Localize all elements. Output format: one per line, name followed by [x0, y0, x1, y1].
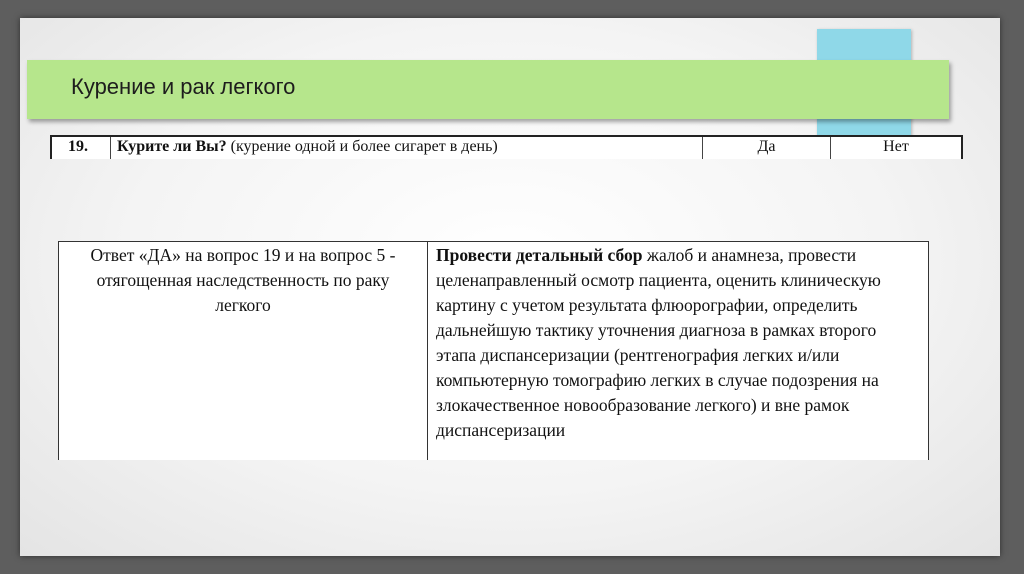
question-bold: Курите ли Вы?	[117, 138, 227, 155]
question-row: 19. Курите ли Вы? (курение одной и более…	[50, 135, 963, 159]
result-table: Ответ «ДА» на вопрос 19 и на вопрос 5 - …	[58, 241, 929, 460]
slide-title: Курение и рак легкого	[71, 74, 296, 99]
condition-cell: Ответ «ДА» на вопрос 19 и на вопрос 5 - …	[59, 242, 428, 460]
question-text: Курите ли Вы? (курение одной и более сиг…	[111, 137, 703, 159]
question-number: 19.	[52, 137, 111, 159]
action-text: жалоб и анамнеза, провести целенаправлен…	[436, 245, 881, 440]
action-cell: Провести детальный сбор жалоб и анамнеза…	[428, 242, 928, 460]
question-note: (курение одной и более сигарет в день)	[226, 138, 498, 155]
option-no: Нет	[883, 138, 909, 155]
option-yes: Да	[703, 137, 831, 159]
action-bold: Провести детальный сбор	[436, 245, 643, 265]
title-bar: Курение и рак легкого	[27, 60, 949, 119]
